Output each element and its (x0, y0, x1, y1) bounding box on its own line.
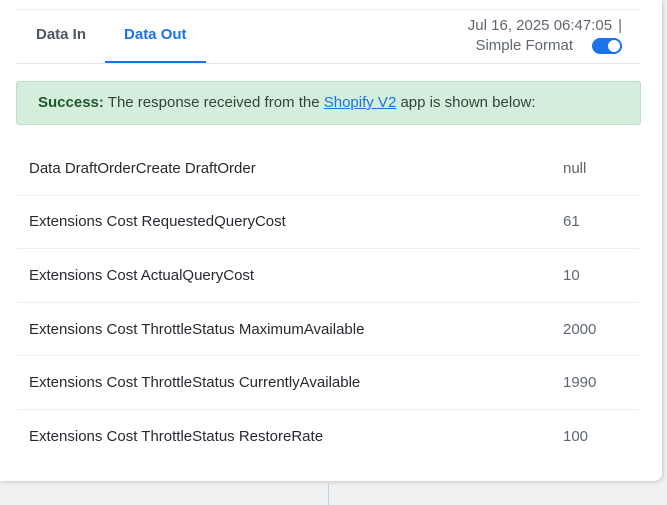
response-table: Data DraftOrderCreate DraftOrder null Ex… (17, 142, 639, 464)
tab-data-in[interactable]: Data In (17, 18, 105, 63)
row-value: 10 (563, 266, 580, 284)
success-alert: Success: The response received from the … (16, 81, 641, 125)
meta-separator: | (618, 17, 622, 34)
row-value: 2000 (563, 320, 597, 338)
row-value: 61 (563, 213, 580, 231)
tabs-divider (17, 63, 641, 64)
table-row: Extensions Cost ThrottleStatus Currently… (17, 356, 639, 410)
column-divider (328, 483, 329, 505)
simple-format-toggle[interactable] (592, 38, 622, 54)
timestamp: Jul 16, 2025 06:47:05 (467, 17, 613, 34)
simple-format-label: Simple Format (475, 37, 573, 54)
table-row: Data DraftOrderCreate DraftOrder null (17, 142, 639, 196)
alert-text-after: app is shown below: (400, 94, 536, 111)
table-row: Extensions Cost ThrottleStatus RestoreRa… (17, 410, 639, 464)
row-value: null (563, 159, 587, 177)
meta-row-timestamp: Jul 16, 2025 06:47:05 | (468, 16, 622, 36)
row-key: Extensions Cost ThrottleStatus Currently… (29, 374, 361, 392)
table-row: Extensions Cost ThrottleStatus MaximumAv… (17, 303, 639, 357)
tab-data-out[interactable]: Data Out (105, 18, 206, 63)
row-value: 100 (563, 428, 589, 446)
row-value: 1990 (563, 374, 597, 392)
shopify-app-link[interactable]: Shopify V2 (324, 94, 397, 111)
table-row: Extensions Cost ActualQueryCost 10 (17, 249, 639, 303)
alert-text-before: The response received from the (107, 94, 320, 111)
top-divider (17, 9, 641, 10)
meta-row-format: Simple Format (468, 36, 622, 56)
table-row: Extensions Cost RequestedQueryCost 61 (17, 196, 639, 250)
row-key: Extensions Cost ActualQueryCost (29, 266, 255, 284)
response-panel: Data In Data Out Jul 16, 2025 06:47:05 | … (0, 0, 662, 481)
response-meta: Jul 16, 2025 06:47:05 | Simple Format (468, 16, 622, 56)
tab-bar: Data In Data Out (17, 18, 206, 63)
row-key: Extensions Cost ThrottleStatus MaximumAv… (29, 320, 365, 338)
row-key: Data DraftOrderCreate DraftOrder (29, 159, 256, 177)
row-key: Extensions Cost ThrottleStatus RestoreRa… (29, 428, 324, 446)
toggle-knob (608, 40, 620, 52)
row-key: Extensions Cost RequestedQueryCost (29, 213, 286, 231)
alert-title: Success: (38, 94, 104, 111)
